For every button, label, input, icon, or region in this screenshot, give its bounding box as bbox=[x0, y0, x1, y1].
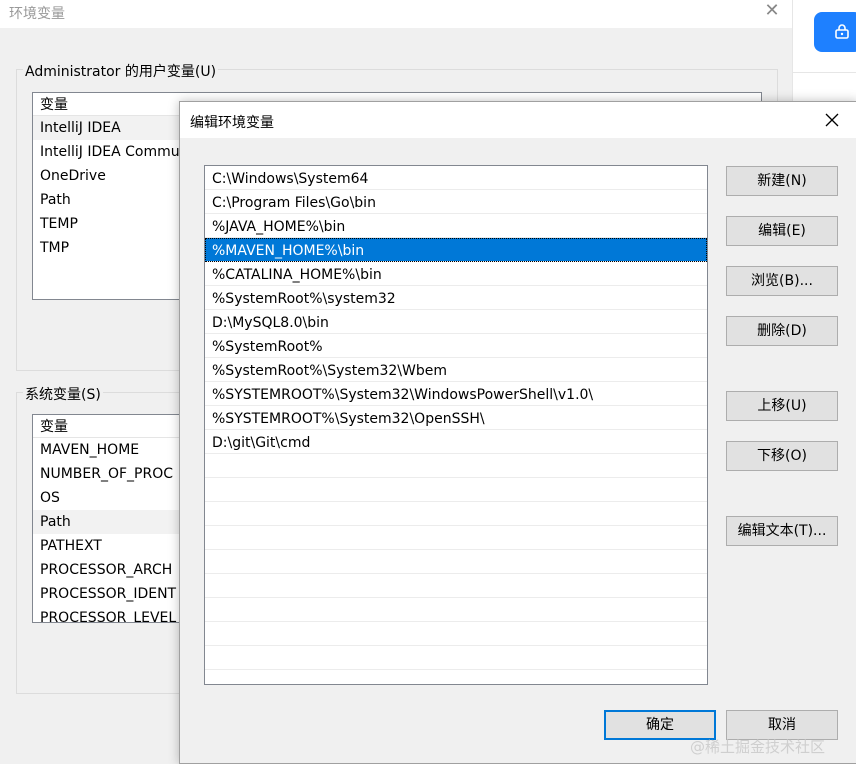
empty-row bbox=[205, 646, 707, 670]
path-entry-row[interactable]: %SYSTEMROOT%\System32\WindowsPowerShell\… bbox=[205, 382, 707, 406]
dialog-title: 编辑环境变量 bbox=[190, 115, 274, 131]
path-entry-row[interactable]: %SystemRoot%\system32 bbox=[205, 286, 707, 310]
edit-button[interactable]: 编辑(E) bbox=[726, 216, 838, 246]
empty-row bbox=[205, 478, 707, 502]
path-entry-row[interactable]: C:\Program Files\Go\bin bbox=[205, 190, 707, 214]
path-entry-row[interactable]: %SystemRoot%\System32\Wbem bbox=[205, 358, 707, 382]
empty-row bbox=[205, 502, 707, 526]
bg-titlebar: 环境变量 ✕ bbox=[0, 0, 792, 28]
empty-row bbox=[205, 574, 707, 598]
right-panel-divider bbox=[792, 72, 856, 73]
close-icon[interactable] bbox=[818, 108, 846, 132]
empty-row bbox=[205, 670, 707, 684]
path-entry-row[interactable]: %SYSTEMROOT%\System32\OpenSSH\ bbox=[205, 406, 707, 430]
edit-environment-variable-dialog: 编辑环境变量 C:\Windows\System64 C:\Program Fil… bbox=[179, 101, 856, 764]
path-entry-row[interactable]: %SystemRoot% bbox=[205, 334, 707, 358]
move-up-button[interactable]: 上移(U) bbox=[726, 391, 838, 421]
user-variables-label: Administrator 的用户变量(U) bbox=[23, 61, 219, 81]
dialog-titlebar: 编辑环境变量 bbox=[180, 102, 856, 138]
path-entry-row[interactable]: C:\Windows\System64 bbox=[205, 166, 707, 190]
lock-icon bbox=[835, 24, 849, 39]
path-entry-row[interactable]: %CATALINA_HOME%\bin bbox=[205, 262, 707, 286]
system-variables-label: 系统变量(S) bbox=[23, 384, 103, 404]
bg-close-icon[interactable]: ✕ bbox=[762, 0, 782, 22]
path-entry-row[interactable]: %MAVEN_HOME%\bin bbox=[205, 238, 707, 262]
path-entry-row[interactable]: D:\MySQL8.0\bin bbox=[205, 310, 707, 334]
delete-button[interactable]: 删除(D) bbox=[726, 316, 838, 346]
edit-text-button[interactable]: 编辑文本(T)... bbox=[726, 516, 838, 546]
path-entry-row[interactable]: D:\git\Git\cmd bbox=[205, 430, 707, 454]
path-entry-row[interactable]: %JAVA_HOME%\bin bbox=[205, 214, 707, 238]
empty-row bbox=[205, 526, 707, 550]
new-button[interactable]: 新建(N) bbox=[726, 166, 838, 196]
empty-row bbox=[205, 622, 707, 646]
move-down-button[interactable]: 下移(O) bbox=[726, 441, 838, 471]
path-entries-list[interactable]: C:\Windows\System64 C:\Program Files\Go\b… bbox=[204, 165, 708, 685]
browse-button[interactable]: 浏览(B)... bbox=[726, 266, 838, 296]
empty-row bbox=[205, 454, 707, 478]
empty-row bbox=[205, 550, 707, 574]
empty-row bbox=[205, 598, 707, 622]
lock-button[interactable] bbox=[814, 12, 856, 52]
bg-window-title: 环境变量 bbox=[9, 6, 65, 22]
watermark: @稀土掘金技术社区 bbox=[690, 738, 826, 756]
